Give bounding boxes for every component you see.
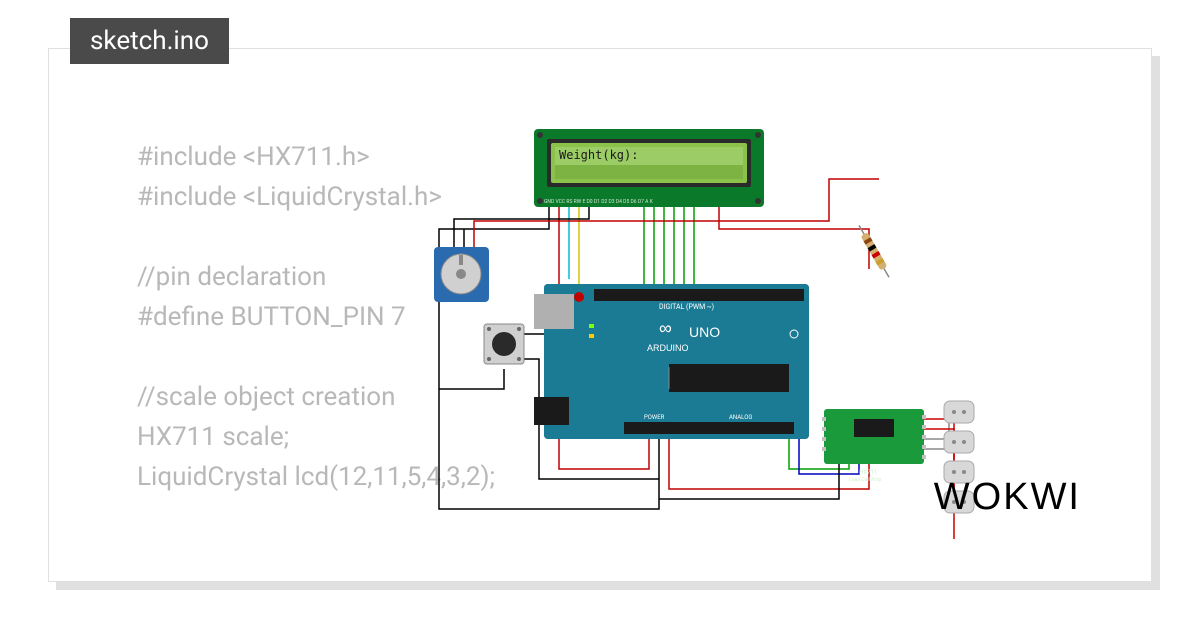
arduino-uno: ∞ UNO ARDUINO DIGITAL (PWM ~) POWER ANAL…	[534, 284, 809, 439]
potentiometer	[434, 247, 489, 302]
svg-text:Load Cell Amp: Load Cell Amp	[849, 477, 882, 483]
svg-text:ANALOG: ANALOG	[729, 414, 752, 421]
svg-text:DIGITAL (PWM ~): DIGITAL (PWM ~)	[659, 303, 714, 311]
circuit-diagram: Weight(kg): GND VCC RS RW E D0 D1 D2 D3 …	[379, 129, 1019, 589]
file-tab[interactable]: sketch.ino	[70, 18, 229, 64]
lcd-text: Weight(kg):	[559, 148, 638, 162]
hx711-module: HX711 Load Cell Amp	[822, 409, 926, 483]
brand-logo: WOKWI	[934, 476, 1081, 519]
file-tab-label: sketch.ino	[90, 26, 209, 56]
svg-text:POWER: POWER	[644, 414, 665, 421]
project-card: #include <HX711.h> #include <LiquidCryst…	[48, 48, 1152, 582]
push-button	[484, 324, 524, 364]
svg-text:ARDUINO: ARDUINO	[647, 343, 689, 353]
svg-text:GND VCC RS RW E D0 D1 D2 D3: GND VCC RS RW E D0 D1 D2 D3 D4 D5 D6 D7 …	[544, 199, 654, 205]
resistor	[856, 223, 893, 279]
svg-text:UNO: UNO	[689, 324, 720, 340]
lcd-module: Weight(kg): GND VCC RS RW E D0 D1 D2 D3 …	[534, 129, 764, 207]
svg-text:HX711: HX711	[859, 469, 877, 476]
svg-text:∞: ∞	[659, 318, 672, 338]
